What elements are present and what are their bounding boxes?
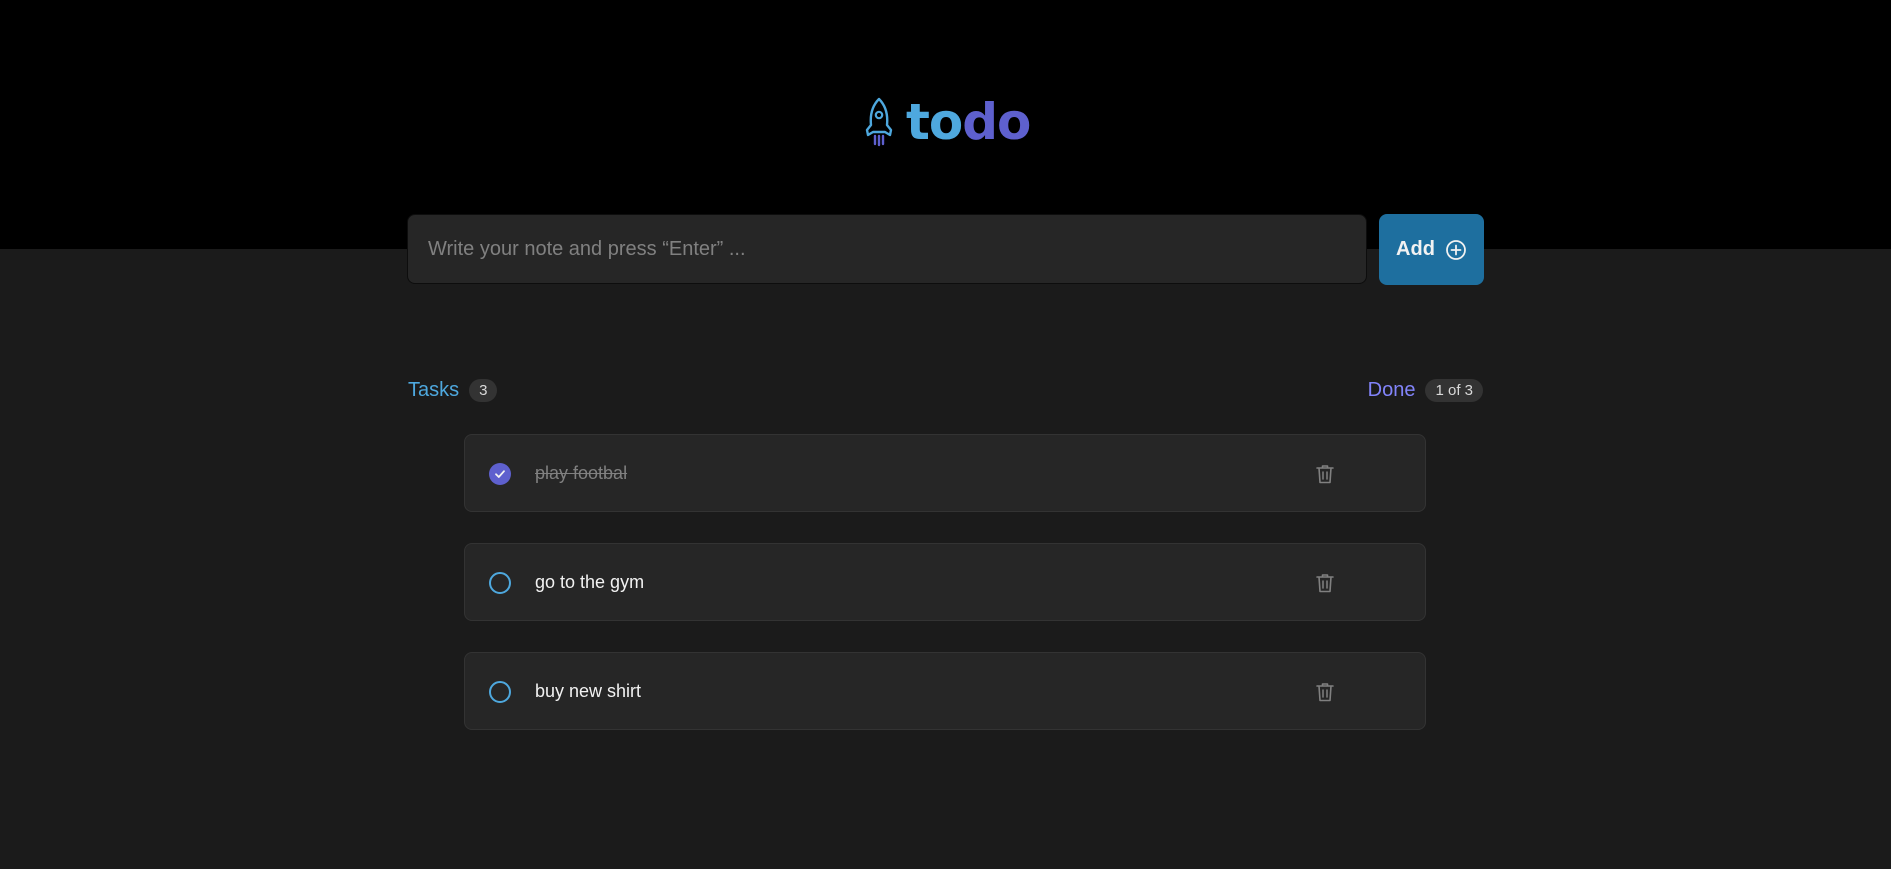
plus-circle-icon: [1446, 239, 1466, 260]
logo-text-part2: do: [962, 93, 1031, 151]
trash-icon: [1316, 574, 1334, 593]
done-count-badge: 1 of 3: [1425, 378, 1483, 402]
trash-icon: [1316, 683, 1334, 702]
task-text: go to the gym: [535, 571, 645, 592]
tasks-label: Tasks: [408, 378, 460, 401]
task-item: play footbal: [464, 434, 1426, 512]
task-checkbox-checked[interactable]: [489, 463, 511, 485]
task-summary: Tasks 3 Done 1 of 3: [408, 376, 1483, 404]
tasks-count-badge: 3: [469, 378, 498, 402]
done-counter: Done 1 of 3: [1367, 378, 1483, 402]
delete-task-button[interactable]: [1314, 463, 1336, 485]
delete-task-button[interactable]: [1314, 572, 1336, 594]
header: to do: [0, 0, 1891, 249]
task-text: buy new shirt: [535, 680, 642, 701]
delete-task-button[interactable]: [1314, 681, 1336, 703]
task-checkbox[interactable]: [489, 572, 511, 594]
task-item: go to the gym: [464, 543, 1426, 621]
new-task-form: Add: [407, 214, 1484, 285]
rocket-icon: [865, 97, 893, 147]
new-task-input[interactable]: [407, 214, 1367, 284]
add-button-label: Add: [1396, 238, 1435, 260]
task-text: play footbal: [535, 462, 628, 483]
task-item: buy new shirt: [464, 652, 1426, 730]
trash-icon: [1316, 465, 1334, 484]
done-label: Done: [1367, 378, 1416, 401]
logo-text-part1: to: [906, 93, 963, 151]
task-list: play footbal go to the gym buy new shirt: [464, 434, 1426, 730]
logo-text: to do: [906, 93, 1031, 151]
add-button[interactable]: Add: [1379, 214, 1484, 285]
check-icon: [495, 470, 505, 478]
logo: to do: [862, 93, 1031, 151]
tasks-counter: Tasks 3: [408, 378, 498, 402]
task-checkbox[interactable]: [489, 681, 511, 703]
